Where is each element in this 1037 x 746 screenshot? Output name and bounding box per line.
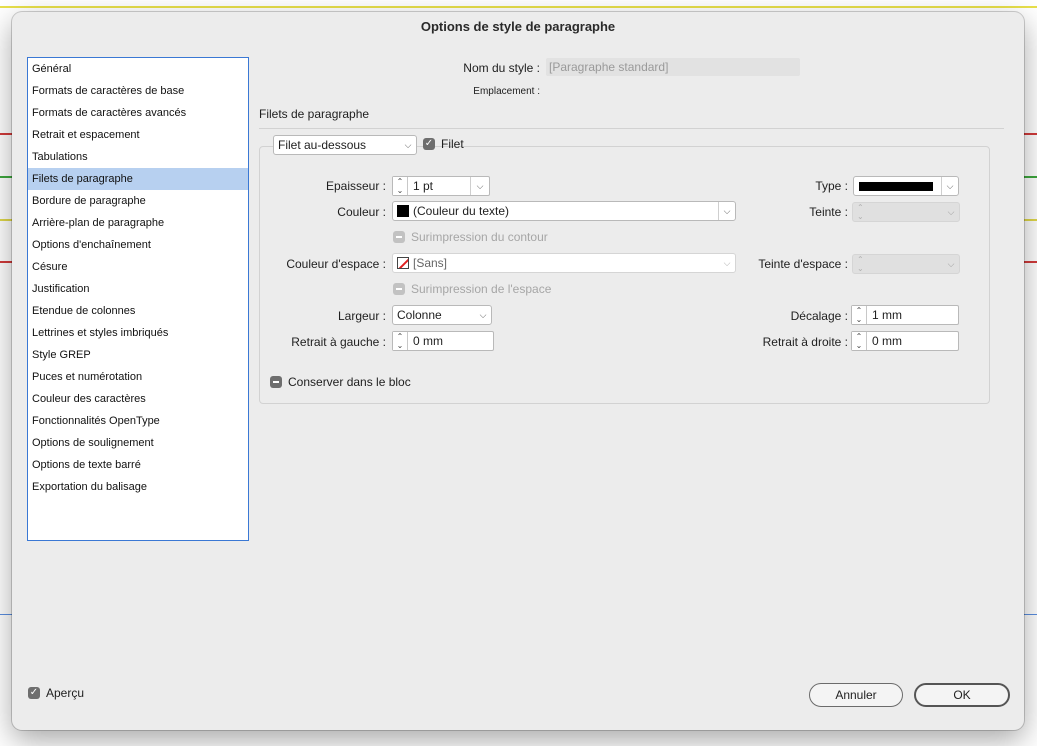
chevron-down-icon: ⌵ bbox=[947, 207, 955, 217]
color-select[interactable]: (Couleur du texte) ⌵ bbox=[392, 201, 736, 221]
dash-icon bbox=[273, 381, 279, 383]
preview-label: Aperçu bbox=[46, 686, 85, 700]
document-guide-yellow bbox=[0, 6, 1037, 8]
keep-in-frame-checkbox[interactable] bbox=[270, 376, 282, 388]
check-icon: ✓ bbox=[424, 138, 434, 149]
sidebar-item[interactable]: Puces et numérotation bbox=[28, 366, 248, 388]
cancel-button[interactable]: Annuler bbox=[809, 683, 903, 707]
category-list[interactable]: Général Formats de caractères de base Form… bbox=[27, 57, 249, 541]
rule-on-label: Filet bbox=[441, 137, 464, 151]
ok-button[interactable]: OK bbox=[914, 683, 1010, 707]
sidebar-item[interactable]: Exportation du balisage bbox=[28, 476, 248, 498]
sidebar-item[interactable]: Style GREP bbox=[28, 344, 248, 366]
rule-position-select[interactable]: Filet au-dessous ⌵ bbox=[273, 135, 417, 155]
location-label: Emplacement : bbox=[473, 86, 540, 97]
overprint-stroke-checkbox[interactable] bbox=[393, 231, 405, 243]
weight-value: 1 pt bbox=[413, 179, 434, 193]
section-title: Filets de paragraphe bbox=[259, 107, 370, 121]
sidebar-item[interactable]: Général bbox=[28, 58, 248, 80]
dash-icon bbox=[396, 288, 402, 290]
rule-position-value: Filet au-dessous bbox=[278, 138, 367, 152]
color-value: (Couleur du texte) bbox=[413, 204, 510, 218]
sidebar-item[interactable]: Couleur des caractères bbox=[28, 388, 248, 410]
stepper-icon[interactable]: ⌃ ⌄ bbox=[852, 332, 867, 350]
sidebar-item[interactable]: Etendue de colonnes bbox=[28, 300, 248, 322]
stepper-icon[interactable]: ⌃ ⌄ bbox=[852, 306, 867, 324]
gap-tint-label: Teinte d'espace : bbox=[758, 257, 848, 271]
overprint-gap-checkbox[interactable] bbox=[393, 283, 405, 295]
width-label: Largeur : bbox=[337, 309, 386, 323]
overprint-stroke-label: Surimpression du contour bbox=[411, 230, 548, 244]
sidebar-item[interactable]: Filets de paragraphe bbox=[28, 168, 248, 190]
gap-color-label: Couleur d'espace : bbox=[286, 257, 386, 271]
sidebar-item[interactable]: Formats de caractères de base bbox=[28, 80, 248, 102]
dialog-title: Options de style de paragraphe bbox=[420, 19, 616, 34]
sidebar-item[interactable]: Justification bbox=[28, 278, 248, 300]
chevron-down-icon: ⌵ bbox=[479, 310, 487, 320]
check-icon: ✓ bbox=[29, 687, 39, 698]
width-select[interactable]: Colonne ⌵ bbox=[392, 305, 492, 325]
stepper-icon[interactable]: ⌃ ⌄ bbox=[393, 332, 408, 350]
paragraph-style-options-dialog: Options de style de paragraphe Général Fo… bbox=[12, 12, 1024, 730]
sidebar-item[interactable]: Lettrines et styles imbriqués bbox=[28, 322, 248, 344]
left-indent-stepper[interactable]: ⌃ ⌄ 0 mm bbox=[392, 331, 494, 351]
weight-stepper[interactable]: ⌃ ⌄ 1 pt ⌵ bbox=[392, 176, 490, 196]
right-indent-value: 0 mm bbox=[872, 334, 902, 348]
width-value: Colonne bbox=[397, 308, 442, 322]
dash-icon bbox=[396, 236, 402, 238]
right-indent-stepper[interactable]: ⌃ ⌄ 0 mm bbox=[851, 331, 959, 351]
sidebar-item[interactable]: Arrière-plan de paragraphe bbox=[28, 212, 248, 234]
section-divider bbox=[259, 128, 1004, 129]
left-indent-value: 0 mm bbox=[413, 334, 443, 348]
chevron-down-icon: ⌵ bbox=[718, 202, 735, 220]
tint-label: Teinte : bbox=[809, 205, 848, 219]
offset-value: 1 mm bbox=[872, 308, 902, 322]
sidebar-item[interactable]: Options de soulignement bbox=[28, 432, 248, 454]
stepper-icon: ⌃ ⌄ bbox=[857, 203, 864, 221]
keep-in-frame-label: Conserver dans le bloc bbox=[288, 375, 411, 389]
none-swatch-icon bbox=[397, 257, 409, 269]
chevron-down-icon: ⌵ bbox=[404, 140, 412, 150]
sidebar-item[interactable]: Fonctionnalités OpenType bbox=[28, 410, 248, 432]
preview-checkbox[interactable]: ✓ bbox=[28, 687, 40, 699]
gap-tint-select[interactable]: ⌃ ⌄ ⌵ bbox=[852, 254, 960, 274]
stepper-icon: ⌃ ⌄ bbox=[857, 255, 864, 273]
right-indent-label: Retrait à droite : bbox=[762, 335, 848, 349]
gap-color-select[interactable]: [Sans] ⌵ bbox=[392, 253, 736, 273]
chevron-down-icon: ⌵ bbox=[941, 177, 958, 195]
color-swatch bbox=[397, 205, 409, 217]
color-label: Couleur : bbox=[337, 205, 386, 219]
sidebar-item[interactable]: Formats de caractères avancés bbox=[28, 102, 248, 124]
tint-select[interactable]: ⌃ ⌄ ⌵ bbox=[852, 202, 960, 222]
left-indent-label: Retrait à gauche : bbox=[291, 335, 386, 349]
stroke-type-swatch bbox=[859, 182, 933, 191]
sidebar-item[interactable]: Césure bbox=[28, 256, 248, 278]
sidebar-item[interactable]: Bordure de paragraphe bbox=[28, 190, 248, 212]
offset-label: Décalage : bbox=[790, 309, 848, 323]
stepper-icon[interactable]: ⌃ ⌄ bbox=[393, 177, 408, 195]
type-label: Type : bbox=[815, 179, 848, 193]
style-name-field[interactable]: [Paragraphe standard] bbox=[546, 58, 800, 76]
sidebar-item[interactable]: Tabulations bbox=[28, 146, 248, 168]
sidebar-item[interactable]: Options de texte barré bbox=[28, 454, 248, 476]
overprint-gap-label: Surimpression de l'espace bbox=[411, 282, 552, 296]
weight-label: Epaisseur : bbox=[325, 179, 386, 193]
sidebar-item[interactable]: Options d'enchaînement bbox=[28, 234, 248, 256]
stroke-type-select[interactable]: ⌵ bbox=[853, 176, 959, 196]
offset-stepper[interactable]: ⌃ ⌄ 1 mm bbox=[851, 305, 959, 325]
gap-color-value: [Sans] bbox=[413, 256, 448, 270]
style-name-label: Nom du style : bbox=[463, 61, 540, 75]
sidebar-item[interactable]: Retrait et espacement bbox=[28, 124, 248, 146]
chevron-down-icon: ⌵ bbox=[947, 259, 955, 269]
chevron-down-icon[interactable]: ⌵ bbox=[470, 177, 489, 195]
rule-on-checkbox[interactable]: ✓ bbox=[423, 138, 435, 150]
